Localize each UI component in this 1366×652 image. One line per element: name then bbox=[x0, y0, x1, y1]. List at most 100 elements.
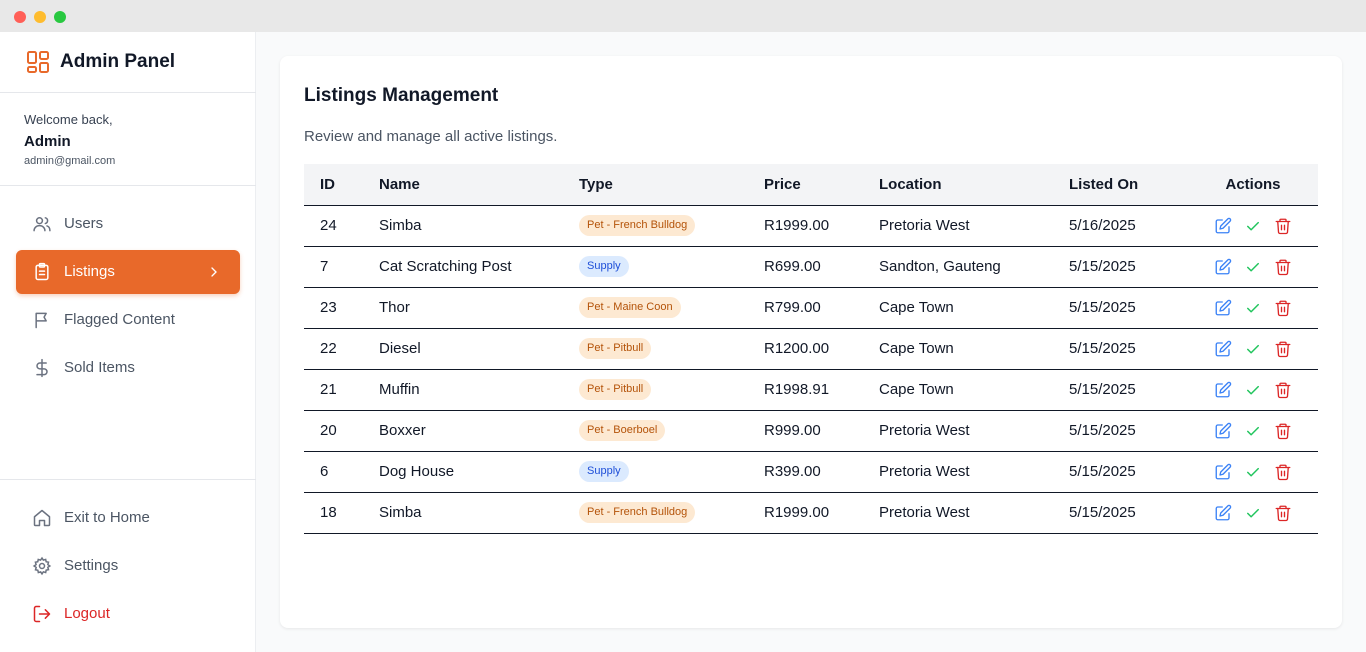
cell-price: R799.00 bbox=[748, 287, 863, 329]
maximize-window-button[interactable] bbox=[54, 11, 66, 23]
approve-icon[interactable] bbox=[1244, 340, 1262, 358]
user-email: admin@gmail.com bbox=[24, 155, 116, 167]
cell-type: Pet - French Bulldog bbox=[563, 492, 748, 534]
type-badge: Pet - Boerboel bbox=[579, 420, 666, 441]
delete-icon[interactable] bbox=[1274, 299, 1292, 317]
delete-icon[interactable] bbox=[1274, 463, 1292, 481]
cell-id: 20 bbox=[304, 410, 363, 452]
cell-id: 24 bbox=[304, 205, 363, 247]
edit-icon[interactable] bbox=[1214, 217, 1232, 235]
column-header-id[interactable]: ID bbox=[304, 164, 363, 206]
table-body: 24 Simba Pet - French Bulldog R1999.00 Preto… bbox=[304, 205, 1318, 534]
table-row[interactable]: 18 Simba Pet - French Bulldog R1999.00 Preto… bbox=[304, 492, 1318, 534]
chevron-right-icon bbox=[211, 267, 217, 277]
cell-actions bbox=[1188, 205, 1318, 247]
cell-location: Cape Town bbox=[863, 369, 1053, 411]
edit-icon[interactable] bbox=[1214, 422, 1232, 440]
nav-label-logout: Logout bbox=[64, 605, 110, 622]
cell-id: 22 bbox=[304, 328, 363, 370]
title-bar bbox=[0, 0, 1366, 32]
edit-icon[interactable] bbox=[1214, 340, 1232, 358]
nav-item-settings[interactable]: Settings bbox=[16, 544, 240, 588]
approve-icon[interactable] bbox=[1244, 381, 1262, 399]
cell-actions bbox=[1188, 492, 1318, 534]
edit-icon[interactable] bbox=[1214, 258, 1232, 276]
nav-label-flagged-content: Flagged Content bbox=[64, 311, 175, 328]
type-badge: Pet - Pitbull bbox=[579, 379, 652, 400]
cell-location: Sandton, Gauteng bbox=[863, 246, 1053, 288]
column-header-listed-on[interactable]: Listed On bbox=[1053, 164, 1188, 206]
column-header-location[interactable]: Location bbox=[863, 164, 1053, 206]
approve-icon[interactable] bbox=[1244, 258, 1262, 276]
approve-icon[interactable] bbox=[1244, 463, 1262, 481]
delete-icon[interactable] bbox=[1274, 504, 1292, 522]
nav-item-users[interactable]: Users bbox=[16, 202, 240, 246]
edit-icon[interactable] bbox=[1214, 504, 1232, 522]
gear-icon bbox=[32, 556, 52, 576]
nav-item-listings[interactable]: Listings bbox=[16, 250, 240, 294]
column-header-name[interactable]: Name bbox=[363, 164, 563, 206]
delete-icon[interactable] bbox=[1274, 381, 1292, 399]
nav-item-exit-to-home[interactable]: Exit to Home bbox=[16, 496, 240, 540]
edit-icon[interactable] bbox=[1214, 299, 1232, 317]
cell-id: 7 bbox=[304, 246, 363, 288]
table-row[interactable]: 7 Cat Scratching Post Supply R699.00 Sandton… bbox=[304, 246, 1318, 288]
cell-location: Pretoria West bbox=[863, 451, 1053, 493]
cell-type: Pet - French Bulldog bbox=[563, 205, 748, 247]
cell-listed-on: 5/15/2025 bbox=[1053, 369, 1188, 411]
close-window-button[interactable] bbox=[14, 11, 26, 23]
delete-icon[interactable] bbox=[1274, 258, 1292, 276]
cell-actions bbox=[1188, 451, 1318, 493]
nav-item-logout[interactable]: Logout bbox=[16, 592, 240, 636]
cell-listed-on: 5/16/2025 bbox=[1053, 205, 1188, 247]
cell-actions bbox=[1188, 369, 1318, 411]
nav-item-sold-items[interactable]: Sold Items bbox=[16, 346, 240, 390]
edit-icon[interactable] bbox=[1214, 381, 1232, 399]
cell-actions bbox=[1188, 246, 1318, 288]
type-badge: Pet - Pitbull bbox=[579, 338, 652, 359]
table-row[interactable]: 23 Thor Pet - Maine Coon R799.00 Cape Town 5/… bbox=[304, 287, 1318, 329]
listings-table: ID Name Type Price Location Listed On Ac… bbox=[304, 164, 1318, 534]
delete-icon[interactable] bbox=[1274, 422, 1292, 440]
sidebar-divider bbox=[0, 479, 256, 480]
table-row[interactable]: 20 Boxxer Pet - Boerboel R999.00 Pretoria We… bbox=[304, 410, 1318, 452]
brand: Admin Panel bbox=[0, 32, 256, 93]
cell-price: R699.00 bbox=[748, 246, 863, 288]
cell-id: 6 bbox=[304, 451, 363, 493]
table-row[interactable]: 6 Dog House Supply R399.00 Pretoria West 5/15… bbox=[304, 451, 1318, 493]
delete-icon[interactable] bbox=[1274, 217, 1292, 235]
nav-label-settings: Settings bbox=[64, 557, 119, 574]
approve-icon[interactable] bbox=[1244, 217, 1262, 235]
type-badge: Pet - French Bulldog bbox=[579, 502, 696, 523]
cell-location: Cape Town bbox=[863, 287, 1053, 329]
approve-icon[interactable] bbox=[1244, 504, 1262, 522]
edit-icon[interactable] bbox=[1214, 463, 1232, 481]
delete-icon[interactable] bbox=[1274, 340, 1292, 358]
page-title: Listings Management bbox=[304, 85, 499, 106]
table-row[interactable]: 24 Simba Pet - French Bulldog R1999.00 Preto… bbox=[304, 205, 1318, 247]
user-name: Admin bbox=[24, 133, 71, 150]
listings-card: Listings Management Review and manage al… bbox=[280, 56, 1342, 628]
approve-icon[interactable] bbox=[1244, 299, 1262, 317]
nav-item-flagged-content[interactable]: Flagged Content bbox=[16, 298, 240, 342]
cell-location: Pretoria West bbox=[863, 492, 1053, 534]
cell-name: Thor bbox=[363, 287, 563, 329]
nav-label-exit-to-home: Exit to Home bbox=[64, 509, 150, 526]
welcome-label: Welcome back, bbox=[24, 112, 113, 127]
approve-icon[interactable] bbox=[1244, 422, 1262, 440]
table-row[interactable]: 22 Diesel Pet - Pitbull R1200.00 Cape Town 5/… bbox=[304, 328, 1318, 370]
dashboard-icon bbox=[27, 51, 49, 73]
cell-type: Pet - Boerboel bbox=[563, 410, 748, 452]
app-window: Admin Panel Welcome back, Admin admin@gm… bbox=[0, 0, 1366, 652]
cell-type: Pet - Pitbull bbox=[563, 369, 748, 411]
cell-id: 23 bbox=[304, 287, 363, 329]
minimize-window-button[interactable] bbox=[34, 11, 46, 23]
cell-location: Pretoria West bbox=[863, 410, 1053, 452]
table-row[interactable]: 21 Muffin Pet - Pitbull R1998.91 Cape Town 5/… bbox=[304, 369, 1318, 411]
column-header-type[interactable]: Type bbox=[563, 164, 748, 206]
cell-listed-on: 5/15/2025 bbox=[1053, 410, 1188, 452]
cell-listed-on: 5/15/2025 bbox=[1053, 451, 1188, 493]
column-header-price[interactable]: Price bbox=[748, 164, 863, 206]
cell-actions bbox=[1188, 328, 1318, 370]
dollar-icon bbox=[36, 358, 48, 378]
